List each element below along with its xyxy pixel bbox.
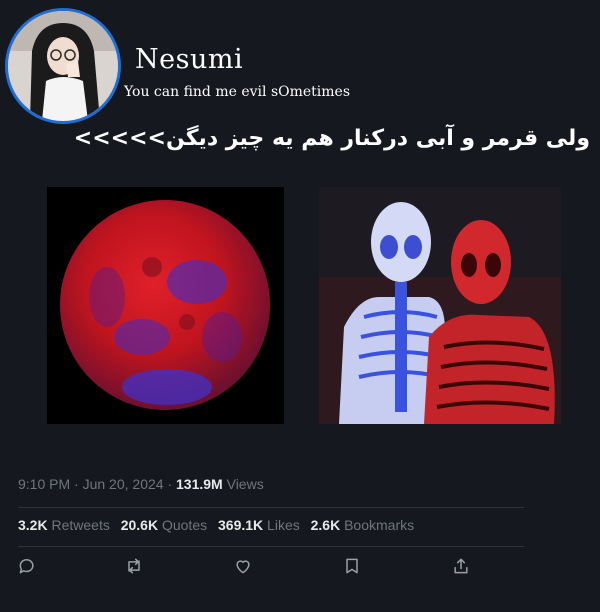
action-bar bbox=[0, 556, 600, 582]
share-button[interactable] bbox=[451, 556, 473, 578]
retweet-icon bbox=[128, 558, 140, 574]
bookmarks-label: Bookmarks bbox=[344, 517, 415, 533]
retweets-count: 3.2K bbox=[18, 517, 48, 533]
retweets-stat[interactable]: 3.2K Retweets bbox=[18, 517, 110, 533]
avatar[interactable] bbox=[5, 8, 121, 124]
meta-separator: · bbox=[167, 476, 173, 492]
avatar-photo bbox=[8, 11, 118, 121]
tweet-time[interactable]: 9:10 PM bbox=[18, 476, 70, 492]
tweet-date[interactable]: Jun 20, 2024 bbox=[83, 476, 164, 492]
likes-label: Likes bbox=[267, 517, 300, 533]
bookmark-icon bbox=[346, 558, 358, 574]
skeletons-illustration bbox=[319, 187, 561, 424]
like-icon bbox=[236, 560, 250, 574]
views-label: Views bbox=[226, 476, 264, 492]
tweet-meta: 9:10 PM · Jun 20, 2024 · 131.9M Views bbox=[18, 476, 264, 492]
reply-icon bbox=[19, 559, 34, 574]
media-moon-image[interactable] bbox=[47, 187, 284, 424]
reply-button[interactable] bbox=[17, 556, 39, 578]
meta-separator: · bbox=[74, 476, 79, 492]
profile-bio: You can find me evil sOmetimes bbox=[124, 84, 351, 100]
likes-stat[interactable]: 369.1K Likes bbox=[218, 517, 300, 533]
retweets-label: Retweets bbox=[51, 517, 110, 533]
retweet-button[interactable] bbox=[124, 556, 146, 578]
media-skeletons-image[interactable] bbox=[319, 187, 561, 424]
quotes-stat[interactable]: 20.6K Quotes bbox=[121, 517, 207, 533]
divider bbox=[18, 507, 524, 508]
bookmarks-count: 2.6K bbox=[310, 517, 341, 533]
likes-count: 369.1K bbox=[218, 517, 264, 533]
quotes-label: Quotes bbox=[161, 517, 208, 533]
views-count: 131.9M bbox=[176, 476, 223, 492]
tweet-stats: 3.2K Retweets 20.6K Quotes 369.1K Likes … bbox=[18, 517, 421, 533]
display-name[interactable]: Nesumi bbox=[135, 44, 243, 75]
like-button[interactable] bbox=[233, 556, 255, 578]
quotes-count: 20.6K bbox=[120, 517, 159, 533]
moon-illustration bbox=[60, 200, 270, 410]
share-icon bbox=[454, 558, 468, 574]
tweet-text: ولی قرمر و آبی درکنار هم یه چیز دیگن>>>>… bbox=[73, 126, 590, 151]
bookmark-button[interactable] bbox=[342, 556, 364, 578]
bookmarks-stat[interactable]: 2.6K Bookmarks bbox=[311, 517, 415, 533]
divider bbox=[18, 546, 524, 547]
